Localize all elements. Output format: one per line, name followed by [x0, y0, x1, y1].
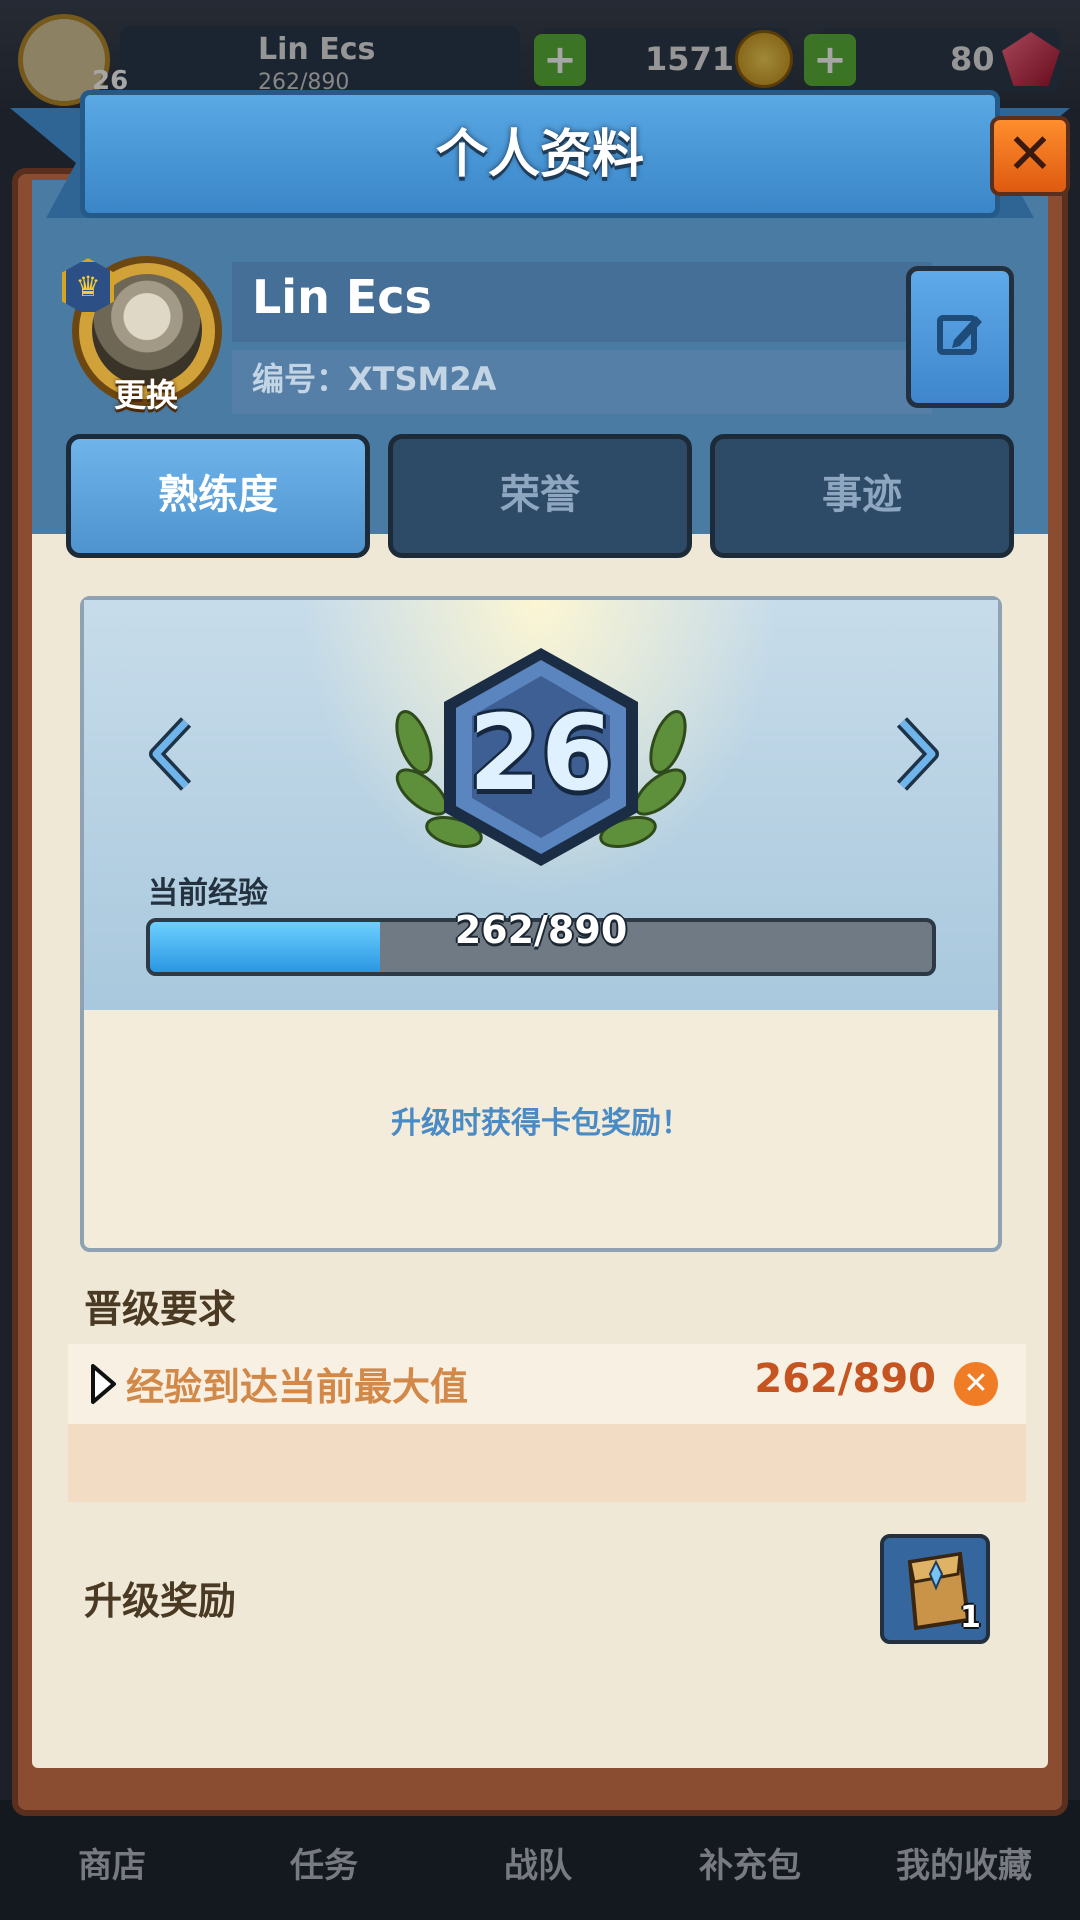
profile-id: 编号：XTSM2A	[252, 360, 497, 398]
rewards-title: 升级奖励	[84, 1579, 237, 1623]
incomplete-icon: ✕	[954, 1362, 998, 1406]
reward-count: 1	[960, 1600, 981, 1635]
tab-deeds[interactable]: 事迹	[710, 434, 1014, 558]
requirement-value: 262/890	[754, 1356, 936, 1402]
change-avatar-label[interactable]: 更换	[96, 370, 196, 416]
play-arrow-icon	[91, 1364, 116, 1404]
requirement-text: 经验到达当前最大值	[126, 1365, 469, 1409]
dialog-title: 个人资料	[435, 125, 644, 185]
profile-name: Lin Ecs	[252, 270, 432, 324]
exp-value: 262/890	[454, 908, 628, 952]
chevron-left-icon[interactable]	[146, 716, 196, 792]
close-button[interactable]: ✕	[990, 116, 1070, 196]
chevron-right-icon[interactable]	[892, 716, 942, 792]
requirement-row-footer	[68, 1424, 1026, 1502]
tab-proficiency[interactable]: 熟练度	[66, 434, 370, 558]
reward-tip: 升级时获得卡包奖励！	[391, 1106, 691, 1141]
requirements-title: 晋级要求	[84, 1287, 237, 1331]
tab-honor[interactable]: 荣誉	[388, 434, 692, 558]
level-number: 26	[468, 692, 614, 814]
exp-label: 当前经验	[148, 876, 268, 911]
edit-icon	[937, 315, 982, 355]
close-icon: ✕	[1006, 122, 1054, 187]
